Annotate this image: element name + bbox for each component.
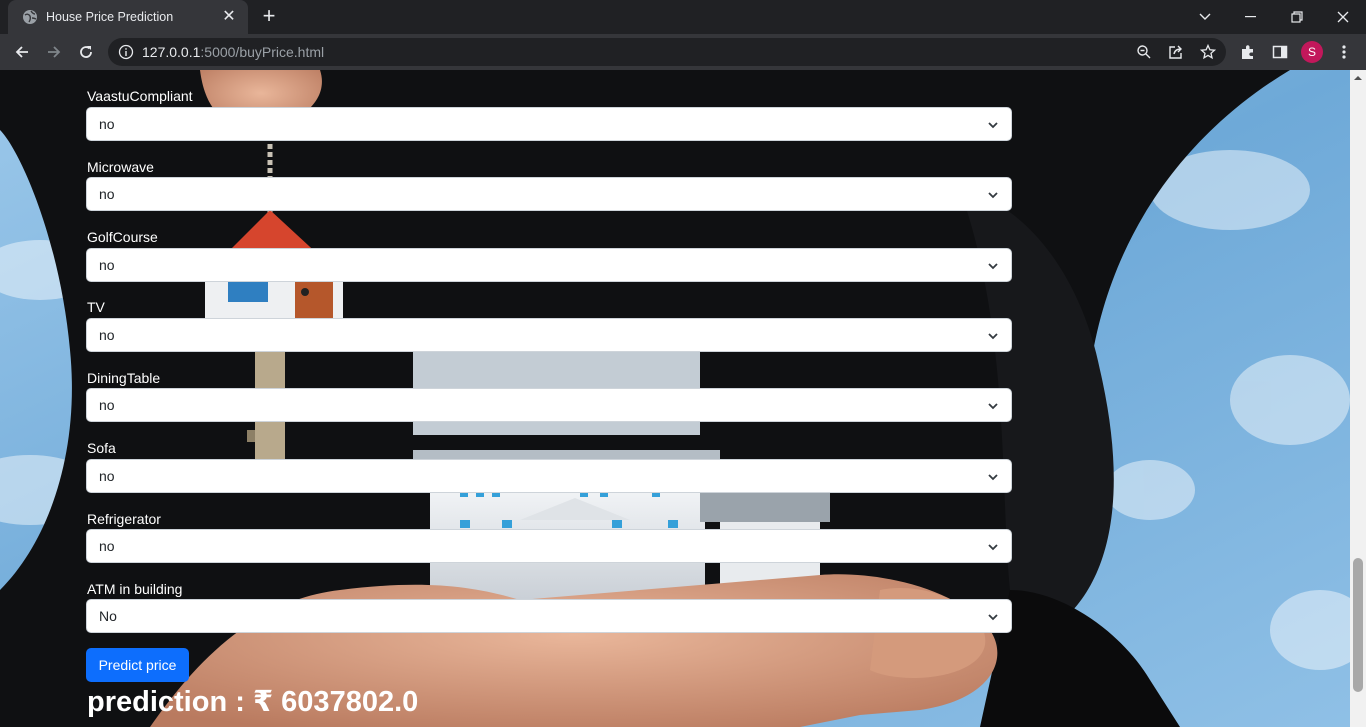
chevron-down-icon <box>1199 13 1211 20</box>
reload-icon <box>80 46 92 58</box>
field-label: Microwave <box>87 159 154 175</box>
close-window-icon <box>1337 11 1349 23</box>
field-label: Sofa <box>87 440 116 456</box>
back-arrow-icon <box>15 46 28 58</box>
globe-icon <box>23 10 37 24</box>
dining-table-select[interactable]: no <box>86 388 1012 422</box>
field-label: Refrigerator <box>87 511 161 527</box>
profile-avatar[interactable]: S <box>1301 41 1323 63</box>
select-value: No <box>99 608 117 624</box>
close-icon[interactable]: ✕ <box>220 8 238 26</box>
select-value: no <box>99 538 115 554</box>
page-scrollbar[interactable] <box>1350 70 1366 727</box>
field-label: ATM in building <box>87 581 183 597</box>
scrollbar-thumb[interactable] <box>1353 558 1363 692</box>
url-host: 127.0.0.1 <box>142 44 201 60</box>
browser-toolbar: 127.0.0.1:5000/buyPrice.html <box>0 34 1366 70</box>
golf-course-select[interactable]: no <box>86 248 1012 282</box>
plus-icon[interactable]: + <box>258 5 280 28</box>
select-value: no <box>99 257 115 273</box>
tab-title: House Price Prediction <box>46 10 174 24</box>
close-window-button[interactable] <box>1320 0 1366 34</box>
star-icon[interactable] <box>1198 42 1218 62</box>
info-icon[interactable] <box>118 44 134 60</box>
share-icon[interactable] <box>1166 42 1186 62</box>
chevron-down-icon <box>988 474 998 481</box>
side-panel-icon[interactable] <box>1269 41 1291 63</box>
minimize-button[interactable] <box>1228 0 1274 34</box>
chevron-down-icon <box>988 333 998 340</box>
scroll-up-arrow-icon[interactable] <box>1354 74 1362 82</box>
select-value: no <box>99 468 115 484</box>
tab-search-button[interactable] <box>1182 0 1228 34</box>
forward-arrow-icon <box>48 46 61 58</box>
chevron-down-icon <box>988 192 998 199</box>
back-button[interactable] <box>10 40 34 64</box>
predict-price-button[interactable]: Predict price <box>86 648 189 682</box>
chevron-down-icon <box>988 614 998 621</box>
page-viewport: VaastuCompliant no Microwave no GolfCour… <box>0 70 1350 727</box>
select-value: no <box>99 186 115 202</box>
vaastu-compliant-select[interactable]: no <box>86 107 1012 141</box>
select-value: no <box>99 327 115 343</box>
chevron-down-icon <box>988 263 998 270</box>
field-label: DiningTable <box>87 370 161 386</box>
prediction-result: prediction : ₹ 6037802.0 <box>87 686 419 718</box>
kebab-menu-icon[interactable] <box>1333 41 1355 63</box>
restore-button[interactable] <box>1274 0 1320 34</box>
browser-tab[interactable]: House Price Prediction ✕ <box>8 0 248 34</box>
restore-icon <box>1291 11 1303 23</box>
address-bar[interactable]: 127.0.0.1:5000/buyPrice.html <box>108 38 1226 66</box>
field-label: TV <box>87 299 105 315</box>
refrigerator-select[interactable]: no <box>86 529 1012 563</box>
sofa-select[interactable]: no <box>86 459 1012 493</box>
chevron-down-icon <box>988 403 998 410</box>
forward-button[interactable] <box>42 40 66 64</box>
microwave-select[interactable]: no <box>86 177 1012 211</box>
tab-strip: House Price Prediction ✕ + <box>0 0 1366 34</box>
field-label: VaastuCompliant <box>87 88 193 104</box>
chevron-down-icon <box>988 122 998 129</box>
atm-in-building-select[interactable]: No <box>86 599 1012 633</box>
url-text[interactable]: 127.0.0.1:5000/buyPrice.html <box>142 44 324 60</box>
minimize-icon <box>1245 16 1256 18</box>
tv-select[interactable]: no <box>86 318 1012 352</box>
zoom-out-icon[interactable] <box>1134 42 1154 62</box>
chevron-down-icon <box>988 544 998 551</box>
puzzle-icon[interactable] <box>1237 41 1259 63</box>
select-value: no <box>99 397 115 413</box>
select-value: no <box>99 116 115 132</box>
reload-button[interactable] <box>74 40 98 64</box>
url-path: :5000/buyPrice.html <box>200 44 325 60</box>
field-label: GolfCourse <box>87 229 158 245</box>
